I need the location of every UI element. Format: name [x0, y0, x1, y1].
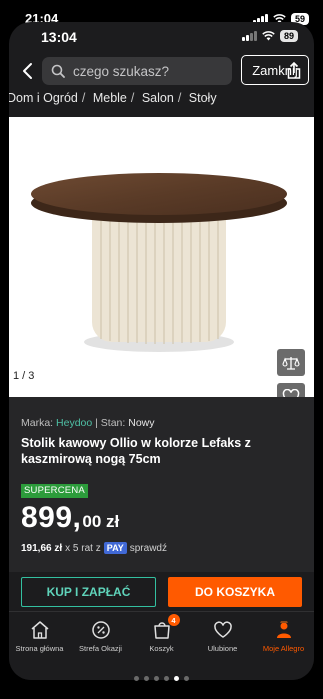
battery-indicator: 89: [279, 30, 298, 42]
wifi-icon: [262, 31, 275, 41]
page-dot: [154, 676, 159, 681]
installment-text: x 5 rat z: [65, 542, 101, 554]
compare-button[interactable]: [277, 349, 305, 376]
installment-info[interactable]: 191,66 zł x 5 rat z PAY sprawdź: [21, 542, 167, 554]
signal-icon: [241, 31, 257, 41]
page-dot-active: [174, 676, 179, 681]
deal-icon: [91, 621, 110, 639]
tab-favorites[interactable]: Ulubione: [192, 618, 253, 653]
heart-icon: [213, 621, 232, 638]
scale-icon: [282, 356, 300, 370]
tab-label: Ulubione: [207, 644, 238, 653]
product-gallery[interactable]: 1 / 3: [9, 117, 314, 410]
page-dot: [184, 676, 189, 681]
breadcrumb-item[interactable]: Salon: [142, 91, 174, 105]
tab-label: Strona główna: [15, 644, 64, 653]
page-indicator: [0, 676, 323, 681]
installment-amount: 191,66 zł: [21, 542, 63, 554]
cart-count-badge: 4: [167, 614, 180, 626]
product-image: [31, 173, 287, 352]
buy-now-button[interactable]: KUP I ZAPŁAĆ: [21, 577, 156, 607]
supercena-badge: SUPERCENA: [21, 484, 88, 498]
inner-status-icons: 89: [241, 30, 298, 42]
tab-label: Strefa Okazji: [79, 644, 122, 653]
inner-clock: 13:04: [41, 29, 77, 45]
share-icon[interactable]: [287, 62, 301, 79]
tab-home[interactable]: Strona główna: [9, 618, 70, 653]
page-dot: [134, 676, 139, 681]
home-icon: [31, 621, 48, 639]
search-input[interactable]: czego szukasz?: [42, 57, 232, 85]
breadcrumb: Dom i Ogród / Meble / Salon / Stoły: [9, 91, 217, 105]
tab-label: Moje Allegro: [262, 644, 305, 653]
tab-deals[interactable]: Strefa Okazji: [70, 618, 131, 653]
search-icon: [51, 64, 65, 78]
tab-cart[interactable]: 4 Koszyk: [131, 614, 192, 653]
product-title: Stolik kawowy Ollio w kolorze Lefaks z k…: [21, 436, 251, 466]
pay-logo: PAY: [103, 542, 127, 554]
back-arrow-icon[interactable]: [20, 62, 36, 80]
page-dot: [164, 676, 169, 681]
page-dot: [144, 676, 149, 681]
breadcrumb-item[interactable]: Meble: [93, 91, 127, 105]
condition-value: Nowy: [128, 417, 155, 429]
outer-status-bar: 21:04 59: [0, 0, 323, 25]
close-button[interactable]: Zamknij: [241, 55, 309, 85]
add-to-cart-button[interactable]: DO KOSZYKA: [168, 577, 302, 607]
breadcrumb-item[interactable]: Dom i Ogród: [9, 91, 78, 105]
tab-label: Koszyk: [149, 644, 174, 653]
image-counter: 1 / 3: [13, 370, 35, 382]
app-header: czego szukasz? Zamknij: [9, 55, 314, 87]
breadcrumb-item[interactable]: Stoły: [189, 91, 217, 105]
condition-prefix: | Stan:: [95, 417, 126, 429]
inner-status-bar: 13:04 89: [9, 22, 314, 50]
brand-prefix: Marka:: [21, 417, 54, 429]
installment-check-link[interactable]: sprawdź: [130, 543, 167, 554]
search-placeholder: czego szukasz?: [73, 63, 170, 79]
product-price: 899,00 zł: [21, 503, 119, 533]
person-icon: [276, 621, 291, 638]
phone-screen: 13:04 89 czego szukasz? Zamknij Dom i Og…: [9, 22, 314, 680]
product-info-panel: Marka: Heydoo | Stan: Nowy Stolik kawowy…: [9, 397, 314, 572]
price-fraction: 00 zł: [82, 512, 120, 531]
price-main: 899,: [21, 501, 82, 534]
brand-line: Marka: Heydoo | Stan: Nowy: [21, 417, 155, 429]
brand-link[interactable]: Heydoo: [56, 417, 92, 429]
bottom-tab-bar: Strona główna Strefa Okazji 4 Koszyk Ulu…: [9, 611, 314, 680]
tab-my-allegro[interactable]: Moje Allegro: [253, 618, 314, 653]
